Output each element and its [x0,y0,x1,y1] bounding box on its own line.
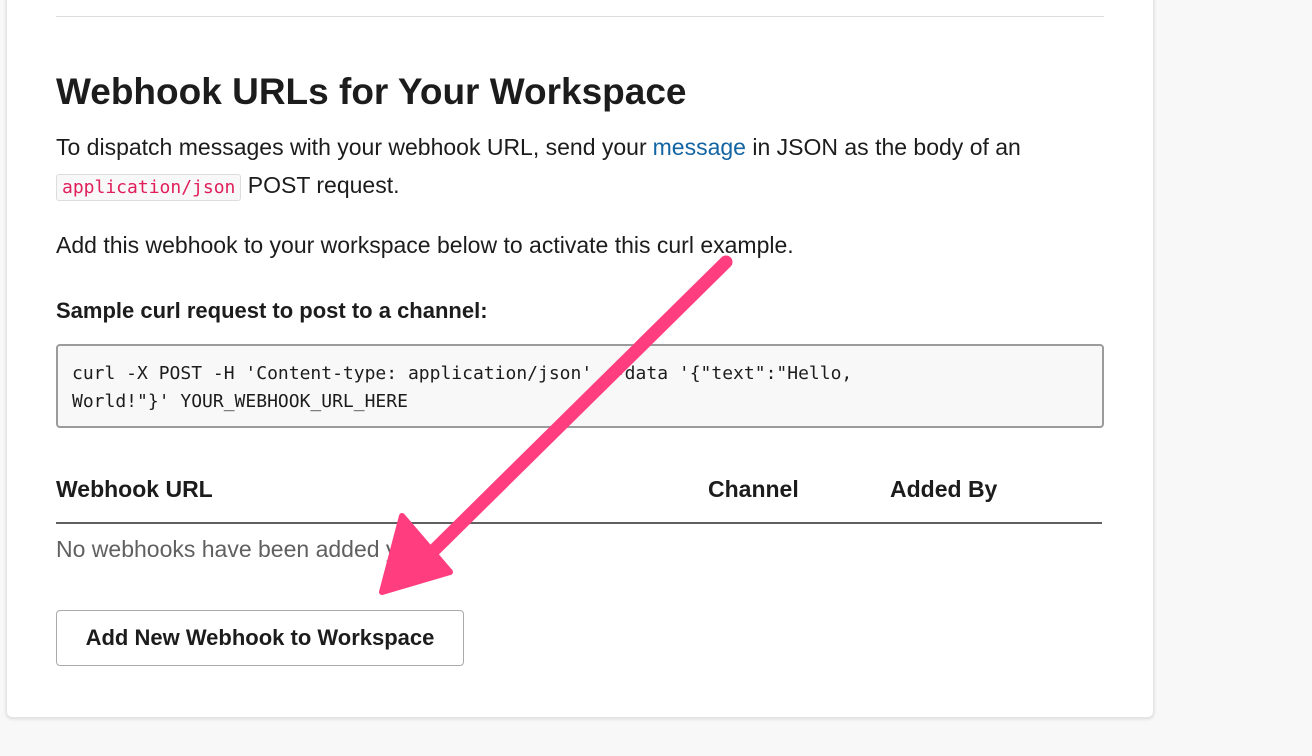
intro-text-end: POST request. [241,172,400,198]
activate-note: Add this webhook to your workspace below… [56,232,794,258]
page-title: Webhook URLs for Your Workspace [56,71,687,112]
section-divider [56,16,1104,17]
sample-curl-code: curl -X POST -H 'Content-type: applicati… [56,344,1104,428]
add-webhook-button[interactable]: Add New Webhook to Workspace [56,610,464,666]
column-header-channel: Channel [708,476,799,502]
inline-code-content-type: application/json [56,174,242,201]
intro-text-continued: in JSON as the body of an [745,134,1021,160]
sample-curl-heading: Sample curl request to post to a channel… [56,298,488,323]
webhooks-table-header: Webhook URL Channel Added By [56,470,1102,524]
empty-webhooks-message: No webhooks have been added yet. [56,536,423,562]
intro-paragraph: To dispatch messages with your webhook U… [56,128,1116,207]
column-header-webhook-url: Webhook URL [56,476,213,502]
intro-text: To dispatch messages with your webhook U… [56,134,647,160]
column-header-added-by: Added By [890,476,998,502]
message-link[interactable]: message [653,134,746,160]
